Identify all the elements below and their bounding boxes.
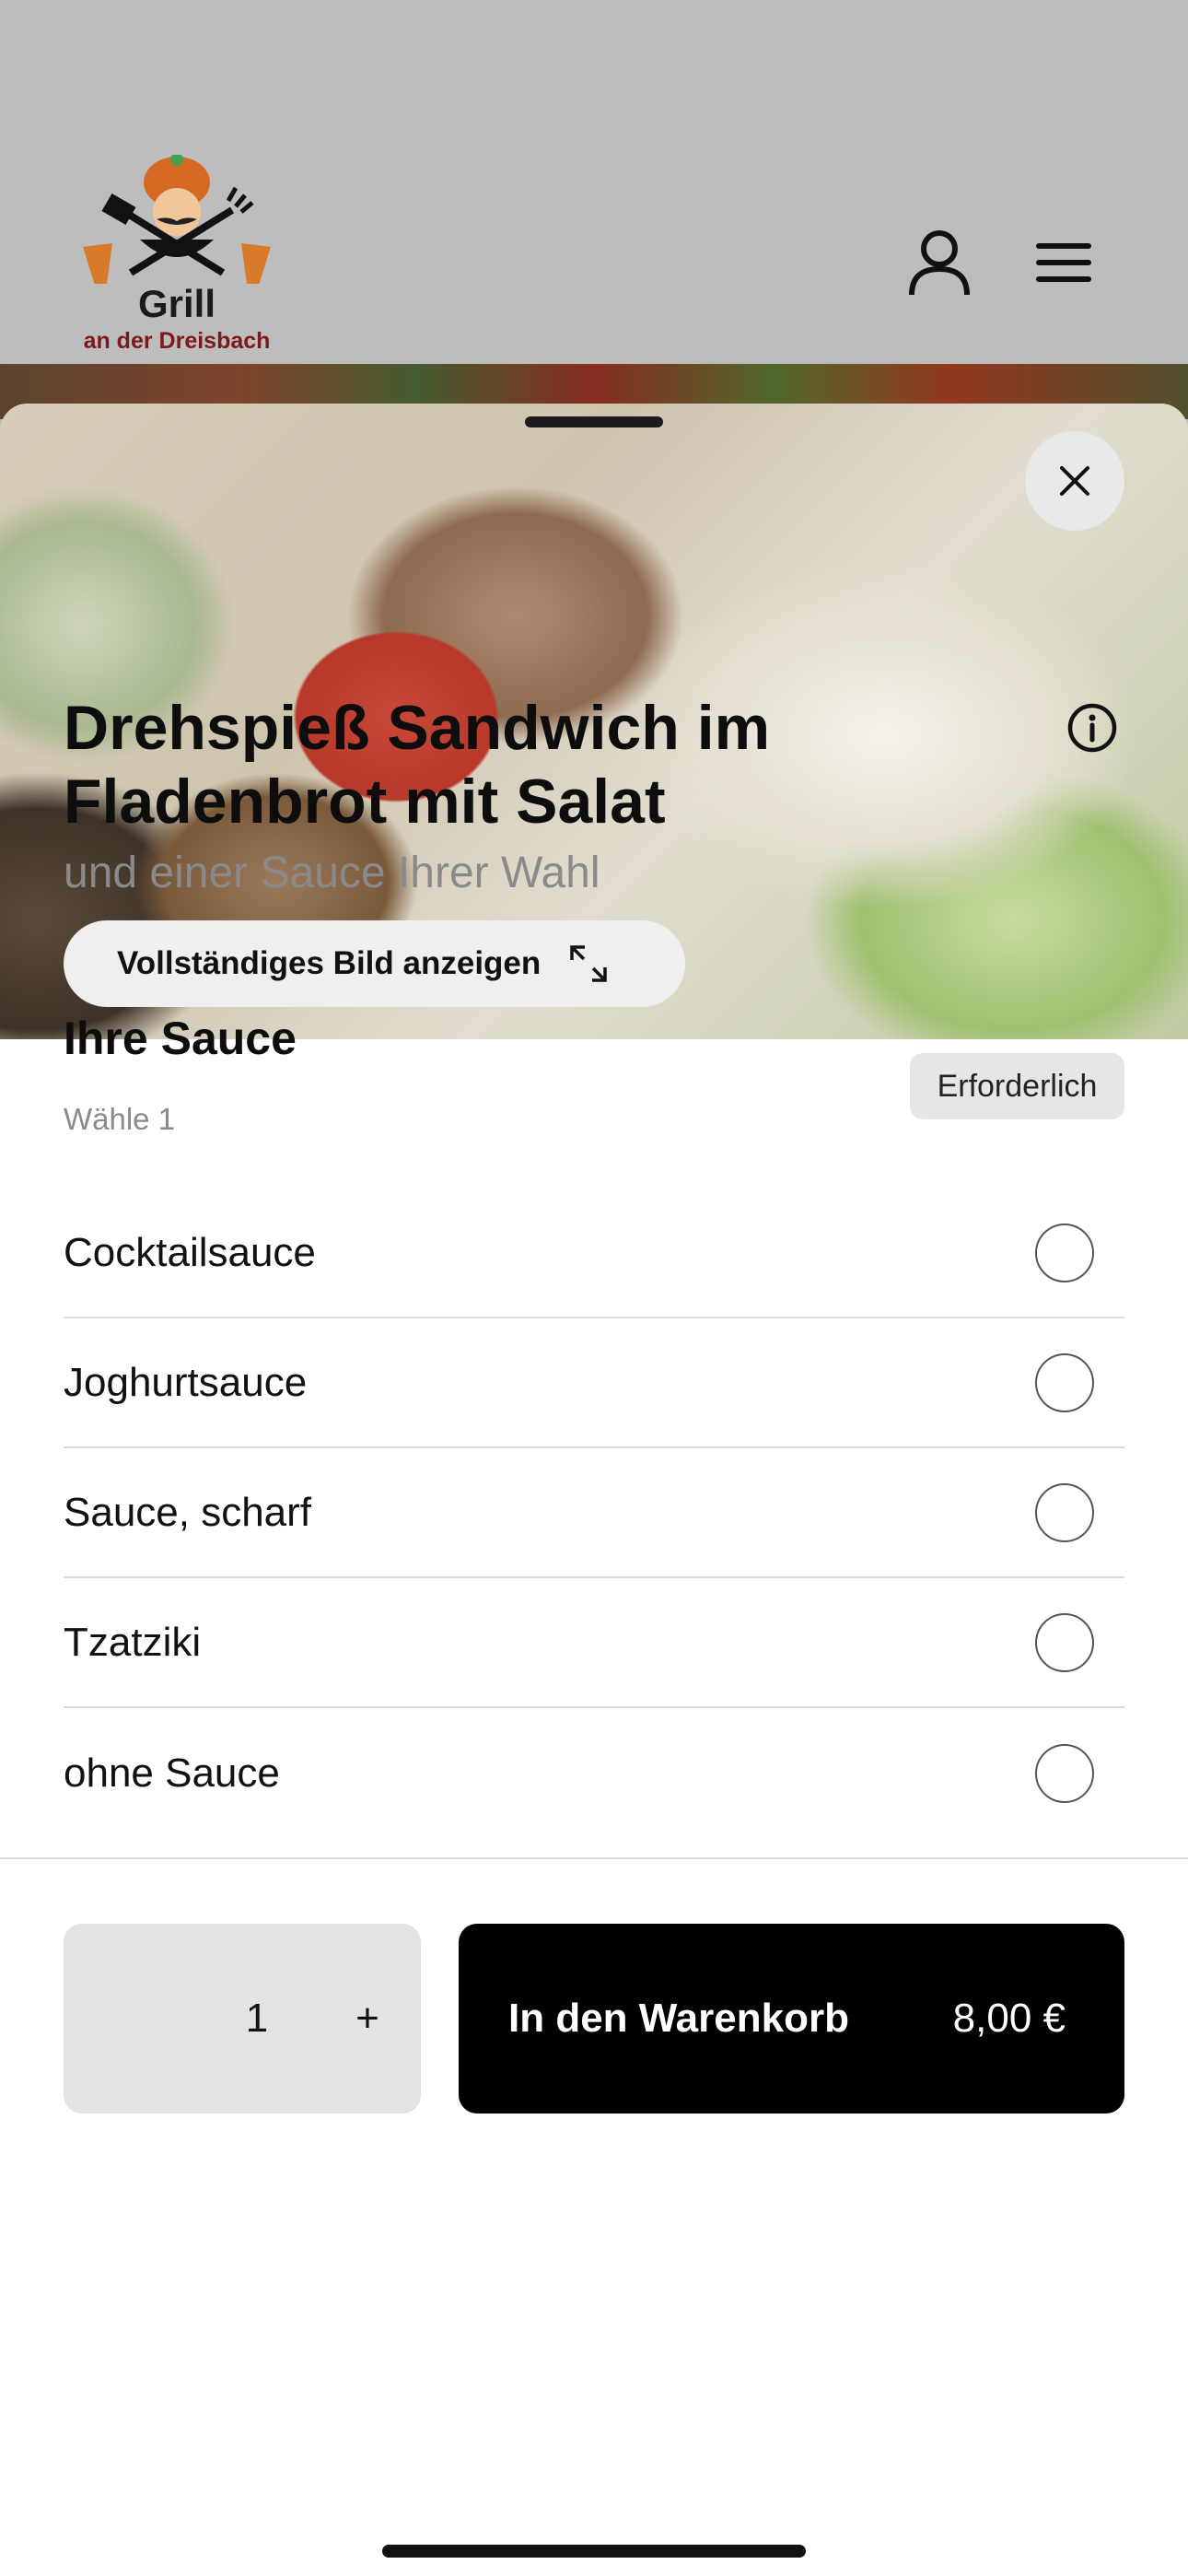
user-account-button[interactable] [898,221,981,304]
close-button[interactable] [1025,431,1124,531]
option-label: Sauce, scharf [64,1489,312,1535]
app-header: Grill an der Dreisbach [0,0,1188,364]
radio-button[interactable] [1035,1482,1094,1542]
show-full-image-label: Vollständiges Bild anzeigen [117,945,542,981]
option-label: ohne Sauce [64,1750,280,1796]
quantity-value: 1 [245,1996,269,2041]
sheet-drag-handle[interactable] [525,416,663,427]
product-subtitle: und einer Sauce Ihrer Wahl [64,849,600,897]
info-icon[interactable] [1065,700,1120,755]
required-badge: Erforderlich [910,1053,1124,1119]
logo-subtitle: an der Dreisbach [83,328,271,354]
option-group-hint: Wähle 1 [64,1102,176,1136]
increase-quantity-button[interactable]: + [321,1924,413,2113]
radio-button[interactable] [1035,1223,1094,1282]
expand-icon [570,945,608,982]
option-group-title: Ihre Sauce [64,1013,297,1064]
logo-mascot-icon [83,153,271,311]
radio-button[interactable] [1035,1352,1094,1412]
option-row-joghurtsauce[interactable]: Joghurtsauce [64,1318,1124,1448]
user-icon [909,229,970,295]
option-label: Cocktailsauce [64,1229,316,1275]
show-full-image-button[interactable]: Vollständiges Bild anzeigen [64,920,685,1007]
logo-title: Grill [137,282,216,325]
quantity-stepper: 1 + [64,1924,421,2113]
option-row-tzatziki[interactable]: Tzatziki [64,1578,1124,1708]
price-label: 8,00 € [952,1996,1066,2041]
radio-button[interactable] [1035,1743,1094,1803]
order-footer: 1 + In den Warenkorb 8,00 € [0,1857,1188,2172]
menu-button[interactable] [1022,221,1105,304]
close-icon [1060,466,1089,496]
add-to-cart-button[interactable]: In den Warenkorb 8,00 € [459,1924,1124,2113]
sauce-option-list: Cocktailsauce Joghurtsauce Sauce, scharf… [64,1188,1124,1838]
radio-button[interactable] [1035,1612,1094,1672]
option-label: Tzatziki [64,1619,202,1665]
grill-logo[interactable]: Grill an der Dreisbach [66,153,287,367]
home-indicator [382,2545,806,2558]
product-title: Drehspieß Sandwich im Fladenbrot mit Sal… [64,693,771,837]
option-row-ohne-sauce[interactable]: ohne Sauce [64,1708,1124,1838]
add-to-cart-label: In den Warenkorb [508,1996,849,2041]
option-label: Joghurtsauce [64,1359,308,1405]
option-row-cocktailsauce[interactable]: Cocktailsauce [64,1188,1124,1318]
menu-icon [1036,243,1091,282]
option-row-sauce-scharf[interactable]: Sauce, scharf [64,1448,1124,1578]
